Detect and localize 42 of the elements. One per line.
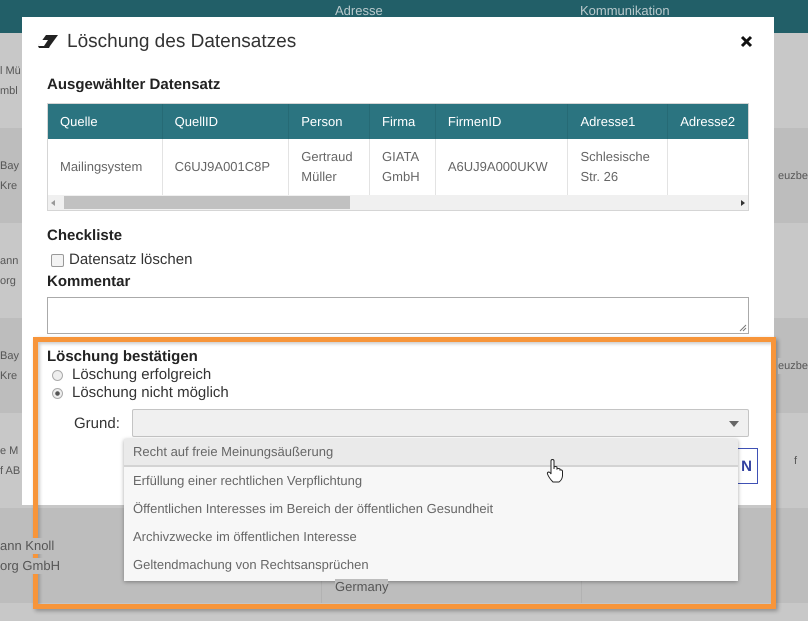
table-cell-text: Schlesische Str. 26 bbox=[580, 148, 651, 186]
section-heading: Kommentar bbox=[47, 273, 132, 291]
section-heading: Checkliste bbox=[47, 227, 124, 245]
caret-icon bbox=[729, 421, 739, 427]
dropdown-option[interactable]: Recht auf freie Meinungsäußerung bbox=[124, 439, 738, 467]
table-cell-text: Germany bbox=[335, 579, 388, 595]
comment-field[interactable] bbox=[47, 297, 749, 334]
section-heading: Löschung bestätigen bbox=[47, 348, 199, 366]
column-header: Person bbox=[289, 104, 370, 139]
table-cell-text: Gertraud Müller bbox=[301, 148, 354, 186]
column-header: Adresse2 bbox=[679, 113, 736, 131]
checkbox[interactable] bbox=[51, 254, 64, 266]
hand-cursor-icon bbox=[546, 459, 564, 483]
column-header: FirmenID bbox=[436, 104, 568, 139]
dropdown-option[interactable]: Archivzwecke im öffentlichen Interesse bbox=[124, 523, 738, 551]
radio-label: Löschung nicht möglich bbox=[72, 384, 229, 402]
dropdown-option[interactable]: Öffentlichen Interesses im Bereich der öffentlichen Gesundheit bbox=[124, 495, 738, 523]
table-cell-text: C6UJ9A001C8P bbox=[174, 158, 270, 176]
column-header: Adresse bbox=[335, 4, 383, 17]
scrollbar-thumb[interactable] bbox=[64, 196, 350, 209]
table-cell-text: org GmbH bbox=[0, 558, 60, 574]
radio-label: Löschung erfolgreich bbox=[72, 366, 212, 384]
radio-button[interactable] bbox=[52, 370, 63, 380]
table-cell-text: Mailingsystem bbox=[60, 158, 142, 176]
table-cell-text: ann Knoll bbox=[0, 538, 54, 554]
radio-button[interactable] bbox=[52, 388, 63, 398]
column-header: Kommunikation bbox=[580, 4, 670, 17]
column-header: Firma bbox=[370, 104, 436, 139]
section-heading: Ausgewählter Datensatz bbox=[47, 76, 222, 94]
eraser-icon bbox=[37, 34, 59, 50]
dropdown-option[interactable]: Geltendmachung von Rechtsansprüchen bbox=[124, 551, 738, 579]
close-icon[interactable] bbox=[740, 35, 753, 48]
table-cell-text: A6UJ9A000UKW bbox=[448, 158, 548, 176]
column-header: QuellID bbox=[162, 104, 290, 139]
column-header: Quelle bbox=[48, 104, 163, 139]
scrollbar[interactable] bbox=[48, 195, 748, 210]
checkbox-label: Datensatz löschen bbox=[69, 251, 192, 269]
table-cell-text: GIATA GmbH bbox=[382, 148, 421, 186]
column-header: Adresse1 bbox=[568, 104, 668, 139]
resize-grip-icon[interactable] bbox=[738, 323, 747, 332]
field-label: Grund: bbox=[74, 414, 121, 432]
dialog-title: Löschung des Datensatzes bbox=[67, 31, 296, 53]
